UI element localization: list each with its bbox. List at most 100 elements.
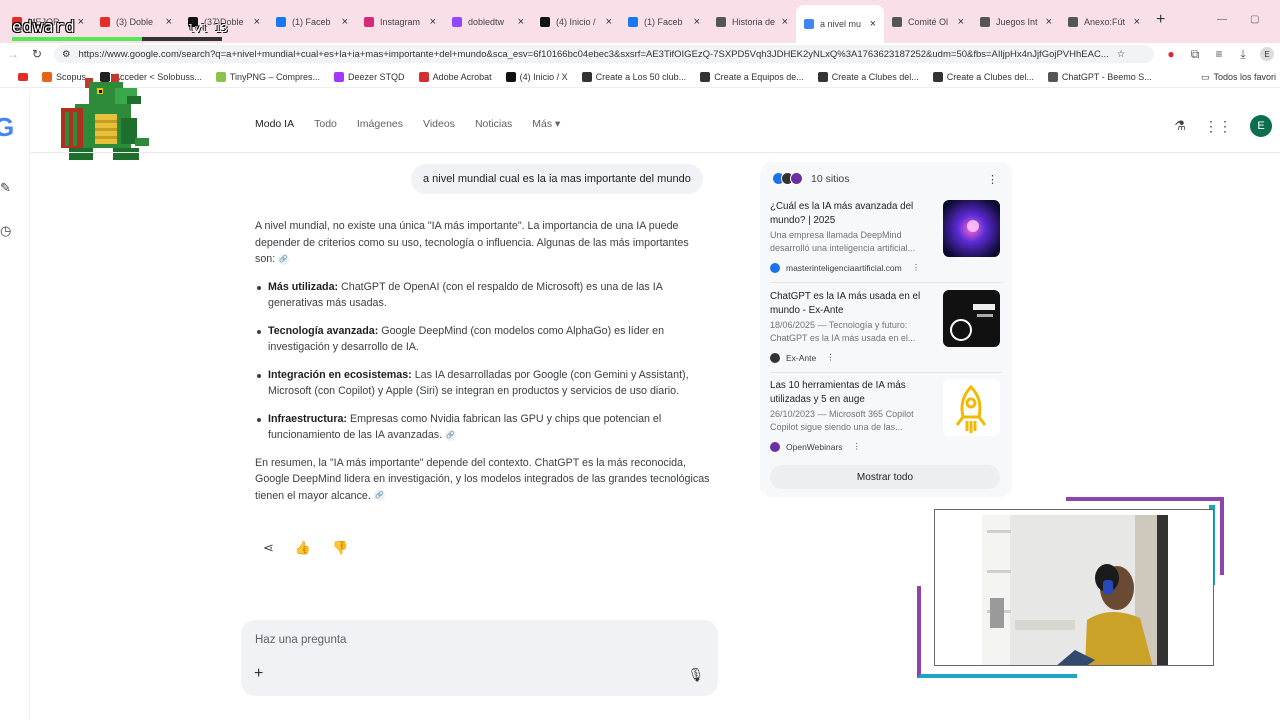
browser-tab[interactable]: (4) Inicio / × <box>532 5 620 39</box>
search-tab[interactable]: Videos <box>423 118 455 130</box>
youtube-icon <box>100 17 110 27</box>
minimize-icon[interactable]: — <box>1217 14 1227 25</box>
close-tab-icon[interactable]: × <box>78 16 84 28</box>
more-options-icon[interactable]: ⋮ <box>826 352 835 363</box>
source-divider <box>770 282 1002 283</box>
twitch-icon <box>452 17 462 27</box>
bookmark-item[interactable]: TinyPNG – Compres... <box>215 71 320 82</box>
bookmark-star-icon[interactable]: ☆ <box>1117 49 1126 60</box>
close-tab-icon[interactable]: × <box>1134 16 1140 28</box>
link-chip-icon[interactable]: 🔗 <box>445 429 457 441</box>
browser-tab[interactable]: (3) Doble × <box>92 5 180 39</box>
bookmark-favicon-icon <box>215 71 226 82</box>
thumbs-down-icon[interactable]: 👎 <box>332 540 348 556</box>
bookmark-item[interactable]: Create a Clubes del... <box>932 71 1034 82</box>
folder-icon: ▭ <box>1200 71 1210 82</box>
browser-tab[interactable]: dobledtw × <box>444 5 532 39</box>
close-tab-icon[interactable]: × <box>254 16 260 28</box>
browser-tab[interactable]: Anexo:Fút × <box>1060 5 1148 39</box>
reload-icon[interactable]: ↻ <box>30 47 44 61</box>
xp-bar <box>12 37 222 41</box>
search-tab[interactable]: Todo <box>314 118 337 130</box>
show-all-button[interactable]: Mostrar todo <box>770 465 1000 489</box>
maximize-icon[interactable]: ▢ <box>1250 14 1259 25</box>
thumbs-up-icon[interactable]: 👍 <box>295 540 311 556</box>
search-tab[interactable]: Imágenes <box>357 118 403 130</box>
tab-title: Historia de <box>732 17 776 27</box>
browser-tab[interactable]: Comité Ol × <box>884 5 972 39</box>
screen: { "overlay": { "streamer_name": "edward"… <box>0 0 1280 720</box>
more-options-icon[interactable]: ⋮ <box>987 173 998 186</box>
bookmark-item[interactable]: Create a Equipos de... <box>700 71 804 82</box>
more-options-icon[interactable]: ⋮ <box>912 262 921 273</box>
browser-tab[interactable]: (1) Faceb × <box>268 5 356 39</box>
bookmark-favicon-icon <box>1047 71 1058 82</box>
source-title[interactable]: ¿Cuál es la IA más avanzada del mundo? |… <box>770 200 938 227</box>
source-card[interactable]: ChatGPT es la IA más usada en el mundo -… <box>770 290 1002 374</box>
browser-tab[interactable]: Historia de × <box>708 5 796 39</box>
close-tab-icon[interactable]: × <box>782 16 788 28</box>
sources-header[interactable]: 10 sitios <box>772 172 850 185</box>
bookmark-item[interactable]: ChatGPT - Beemo S... <box>1047 71 1152 82</box>
tab-title: (1) Faceb <box>292 17 331 27</box>
microphone-icon[interactable]: 🎙 <box>687 667 704 683</box>
ask-input[interactable]: Haz una pregunta <box>255 634 346 646</box>
history-icon[interactable]: ◷ <box>0 223 11 239</box>
browser-tab[interactable]: Instagram × <box>356 5 444 39</box>
close-tab-icon[interactable]: × <box>518 16 524 28</box>
browser-tab[interactable]: a nivel mu × <box>796 5 884 43</box>
bookmark-favicon-icon <box>334 71 345 82</box>
close-tab-icon[interactable]: × <box>606 16 612 28</box>
google-logo-icon[interactable]: G <box>0 112 14 143</box>
source-title[interactable]: ChatGPT es la IA más usada en el mundo -… <box>770 290 938 317</box>
bookmark-label: (4) Inicio / X <box>519 71 568 82</box>
bookmark-item[interactable]: Create a Los 50 club... <box>581 71 686 82</box>
source-card[interactable]: ¿Cuál es la IA más avanzada del mundo? |… <box>770 200 1002 284</box>
bookmark-item[interactable]: Deezer STQD <box>334 71 405 82</box>
bullet-heading: Infraestructura: <box>268 412 347 425</box>
bookmark-favicon-icon <box>42 71 52 82</box>
close-tab-icon[interactable]: × <box>430 16 436 28</box>
source-card[interactable]: Las 10 herramientas de IA más utilizadas… <box>770 379 1002 463</box>
new-chat-icon[interactable]: ✎ <box>0 180 11 196</box>
all-bookmarks[interactable]: ▭ Todos los favori <box>1196 66 1280 87</box>
bullet-heading: Integración en ecosistemas: <box>268 368 412 381</box>
labs-flask-icon[interactable]: ⚗ <box>1174 118 1186 134</box>
avatar[interactable]: E <box>1250 115 1272 137</box>
browser-tab[interactable]: (1) Faceb × <box>620 5 708 39</box>
search-tab[interactable]: Noticias <box>475 118 512 130</box>
close-tab-icon[interactable]: × <box>166 16 172 28</box>
extensions-icon[interactable]: ⧉ <box>1188 47 1202 62</box>
browser-tab[interactable]: Juegos Int × <box>972 5 1060 39</box>
more-options-icon[interactable]: ⋮ <box>853 441 862 452</box>
bookmarks-bar: Scopus Acceder < Solobuss... TinyPNG – Com… <box>0 66 1280 88</box>
source-title[interactable]: Las 10 herramientas de IA más utilizadas… <box>770 379 938 406</box>
apps-grid-icon[interactable]: ⋮⋮ <box>1204 118 1232 135</box>
ask-input-box[interactable]: Haz una pregunta + 🎙 <box>241 620 718 696</box>
youtube-bookmark-icon[interactable] <box>18 72 28 81</box>
bookmark-item[interactable]: (4) Inicio / X <box>505 71 568 82</box>
profile-icon[interactable]: E <box>1260 47 1274 61</box>
media-icon[interactable]: ≡ <box>1212 47 1226 61</box>
site-info-icon[interactable]: ⚙ <box>62 49 71 60</box>
close-tab-icon[interactable]: × <box>870 18 876 30</box>
downloads-icon[interactable]: ⤓ <box>1236 47 1250 62</box>
link-chip-icon[interactable]: 🔗 <box>278 253 290 265</box>
streamer-name: edward <box>12 17 76 36</box>
close-tab-icon[interactable]: × <box>342 16 348 28</box>
bookmark-item[interactable]: Adobe Acrobat <box>418 71 492 82</box>
close-tab-icon[interactable]: × <box>694 16 700 28</box>
back-icon[interactable]: → <box>6 47 20 61</box>
search-tab[interactable]: Modo IA <box>255 118 294 130</box>
share-icon[interactable]: ⋖ <box>263 540 274 556</box>
wikipedia-icon <box>1068 17 1078 27</box>
add-icon[interactable]: + <box>254 665 263 683</box>
bookmark-item[interactable]: Create a Clubes del... <box>817 71 919 82</box>
link-chip-icon[interactable]: 🔗 <box>373 490 385 502</box>
opera-icon[interactable]: ● <box>1164 47 1178 61</box>
close-tab-icon[interactable]: × <box>958 16 964 28</box>
new-tab-button[interactable]: + <box>1156 11 1165 29</box>
search-tab[interactable]: Más ▾ <box>532 118 560 130</box>
address-bar[interactable]: ⚙ https://www.google.com/search?q=a+nive… <box>54 45 1154 63</box>
close-tab-icon[interactable]: × <box>1046 16 1052 28</box>
